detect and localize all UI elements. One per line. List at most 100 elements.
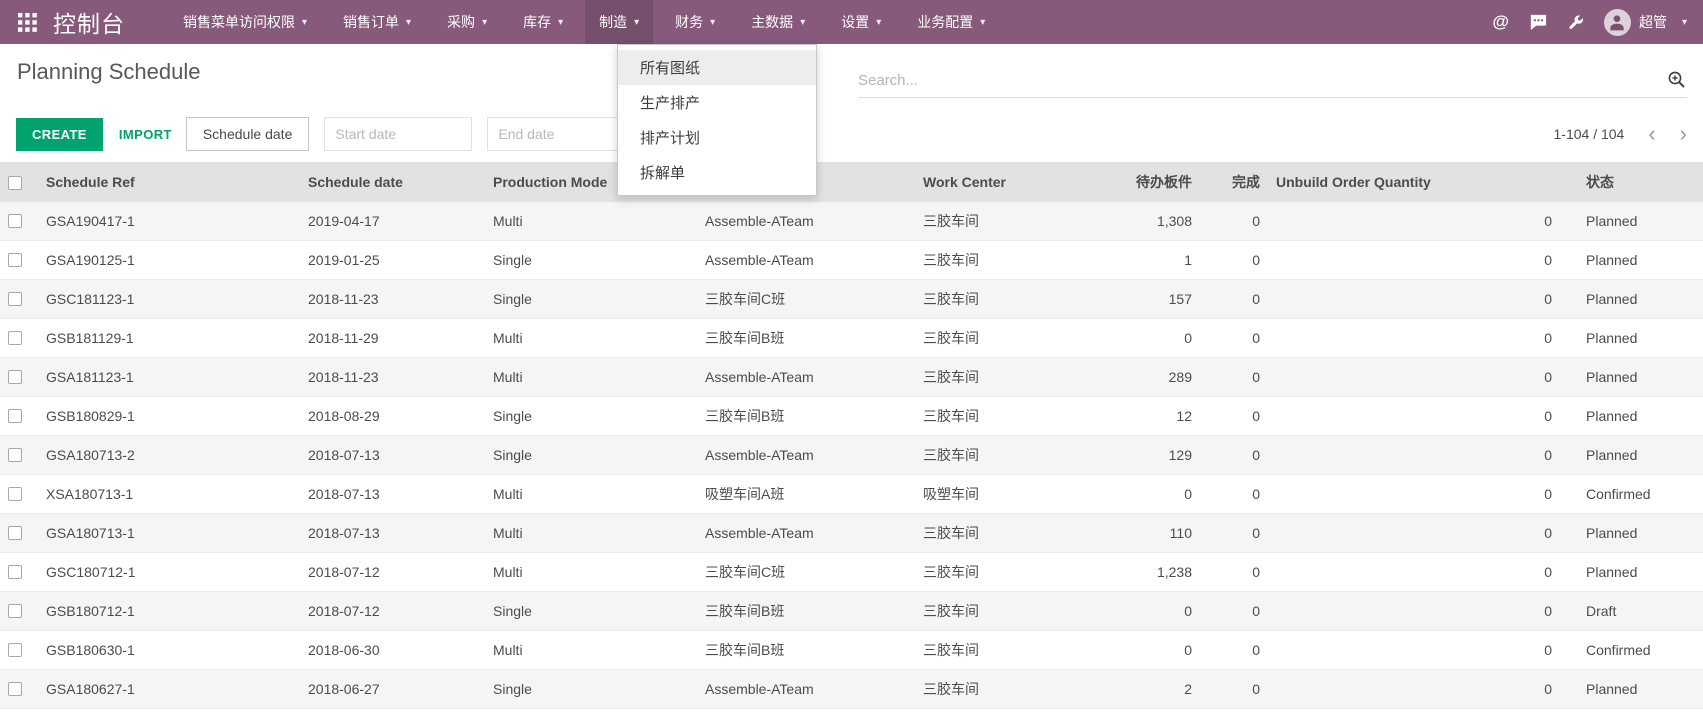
cell-pending-panels: 0	[1080, 709, 1200, 716]
row-checkbox[interactable]	[8, 448, 22, 462]
cell-production-mode: Single	[485, 436, 697, 475]
nav-menu-bar: 销售菜单访问权限▾销售订单▾采购▾库存▾制造▾财务▾主数据▾设置▾ 业务配置 ▾	[165, 0, 1003, 44]
cell-unbuild-order-quantity: 0	[1268, 436, 1578, 475]
row-checkbox[interactable]	[8, 604, 22, 618]
chat-icon[interactable]	[1529, 14, 1547, 31]
cell-status: Planned	[1578, 436, 1703, 475]
schedule-date-filter-button[interactable]: Schedule date	[186, 117, 310, 151]
chevron-down-icon: ▾	[980, 17, 985, 28]
nav-menu-item[interactable]: 销售订单▾	[329, 0, 425, 44]
table-row[interactable]: GSA190417-12019-04-17MultiAssemble-ATeam…	[0, 202, 1703, 241]
row-checkbox[interactable]	[8, 331, 22, 345]
cell-production-mode: Multi	[485, 358, 697, 397]
create-button[interactable]: CREATE	[16, 118, 103, 151]
cell-unbuild-order-quantity: 0	[1268, 631, 1578, 670]
cell-done: 0	[1200, 280, 1268, 319]
nav-menu-item[interactable]: 业务配置 ▾	[903, 0, 999, 44]
nav-menu-item[interactable]: 设置▾	[827, 0, 895, 44]
apps-grid-icon[interactable]	[12, 0, 43, 44]
column-header-status[interactable]: 状态	[1578, 162, 1703, 202]
cell-work-center: 三胶车间	[915, 241, 1080, 280]
nav-menu-item[interactable]: 制造▾	[585, 0, 653, 44]
table-row[interactable]: GSB180712-12018-07-12Single三胶车间B班三胶车间000…	[0, 592, 1703, 631]
end-date-input[interactable]	[487, 117, 635, 151]
cell-work-center: 三胶车间	[915, 709, 1080, 716]
column-header-done[interactable]: 完成	[1200, 162, 1268, 202]
cell-schedule-date: 2018-08-29	[300, 397, 485, 436]
cell-schedule-date: 2018-07-13	[300, 475, 485, 514]
search-magnifier-icon[interactable]	[1667, 70, 1687, 90]
cell-work-center: 三胶车间	[915, 397, 1080, 436]
cell-pending-panels: 1,238	[1080, 553, 1200, 592]
row-checkbox[interactable]	[8, 409, 22, 423]
cell-unbuild-order-quantity: 0	[1268, 514, 1578, 553]
row-checkbox[interactable]	[8, 526, 22, 540]
column-header-schedule-ref[interactable]: Schedule Ref	[38, 162, 300, 202]
nav-menu-item[interactable]: 主数据▾	[737, 0, 819, 44]
table-row[interactable]: GSC180712-12018-07-12Multi三胶车间C班三胶车间1,23…	[0, 553, 1703, 592]
cell-work-group: 吸塑车间A班	[697, 475, 915, 514]
table-row[interactable]: GSC181123-12018-11-23Single三胶车间C班三胶车间157…	[0, 280, 1703, 319]
pager-next-icon[interactable]: ›	[1680, 123, 1687, 145]
cell-work-group: Assemble-ATeam	[697, 436, 915, 475]
row-checkbox[interactable]	[8, 214, 22, 228]
row-checkbox[interactable]	[8, 643, 22, 657]
row-checkbox[interactable]	[8, 253, 22, 267]
row-checkbox[interactable]	[8, 682, 22, 696]
cell-production-mode: Single	[485, 280, 697, 319]
nav-menu-label: 主数据	[751, 12, 793, 32]
table-row[interactable]: GSA180713-22018-07-13SingleAssemble-ATea…	[0, 436, 1703, 475]
table-row[interactable]: GSB180601-12018-06-01Single三胶车间B班三胶车间000…	[0, 709, 1703, 716]
cell-production-mode: Multi	[485, 202, 697, 241]
cell-work-group: 三胶车间B班	[697, 709, 915, 716]
row-checkbox[interactable]	[8, 370, 22, 384]
table-row[interactable]: GSA180713-12018-07-13MultiAssemble-ATeam…	[0, 514, 1703, 553]
table-row[interactable]: GSB180829-12018-08-29Single三胶车间B班三胶车间120…	[0, 397, 1703, 436]
select-all-checkbox-cell	[0, 162, 38, 202]
row-checkbox[interactable]	[8, 565, 22, 579]
nav-menu-item[interactable]: 财务▾	[661, 0, 729, 44]
nav-menu-label: 业务配置	[917, 12, 973, 32]
nav-menu-item[interactable]: 销售菜单访问权限▾	[169, 0, 321, 44]
app-brand[interactable]: 控制台	[53, 0, 125, 44]
import-button[interactable]: IMPORT	[119, 127, 172, 142]
dropdown-menu-item[interactable]: 生产排产	[618, 85, 816, 120]
table-row[interactable]: GSA180627-12018-06-27SingleAssemble-ATea…	[0, 670, 1703, 709]
cell-work-group: 三胶车间C班	[697, 280, 915, 319]
cell-unbuild-order-quantity: 0	[1268, 319, 1578, 358]
cell-pending-panels: 129	[1080, 436, 1200, 475]
column-header-schedule-date[interactable]: Schedule date	[300, 162, 485, 202]
column-header-unbuild-order-quantity[interactable]: Unbuild Order Quantity	[1268, 162, 1578, 202]
row-checkbox[interactable]	[8, 487, 22, 501]
cell-work-group: 三胶车间B班	[697, 592, 915, 631]
column-header-pending-panels[interactable]: 待办板件	[1080, 162, 1200, 202]
cell-done: 0	[1200, 202, 1268, 241]
mentions-icon[interactable]: @	[1492, 12, 1509, 32]
table-row[interactable]: GSA181123-12018-11-23MultiAssemble-ATeam…	[0, 358, 1703, 397]
dropdown-menu-item[interactable]: 拆解单	[618, 155, 816, 190]
top-navbar: 控制台 销售菜单访问权限▾销售订单▾采购▾库存▾制造▾财务▾主数据▾设置▾业务配…	[0, 0, 1703, 44]
cell-done: 0	[1200, 670, 1268, 709]
table-row[interactable]: GSB180630-12018-06-30Multi三胶车间B班三胶车间000C…	[0, 631, 1703, 670]
nav-menu-item[interactable]: 采购▾	[433, 0, 501, 44]
cell-schedule-date: 2018-07-12	[300, 592, 485, 631]
nav-menu-item[interactable]: 库存▾	[509, 0, 577, 44]
row-checkbox[interactable]	[8, 292, 22, 306]
table-row[interactable]: XSA180713-12018-07-13Multi吸塑车间A班吸塑车间000C…	[0, 475, 1703, 514]
select-all-checkbox[interactable]	[8, 176, 22, 190]
table-row[interactable]: GSA190125-12019-01-25SingleAssemble-ATea…	[0, 241, 1703, 280]
tools-wrench-icon[interactable]	[1567, 14, 1584, 31]
cell-unbuild-order-quantity: 0	[1268, 397, 1578, 436]
cell-work-center: 三胶车间	[915, 553, 1080, 592]
pager-previous-icon[interactable]: ‹	[1648, 123, 1655, 145]
cell-work-group: 三胶车间B班	[697, 397, 915, 436]
start-date-input[interactable]	[324, 117, 472, 151]
cell-work-group: 三胶车间B班	[697, 631, 915, 670]
dropdown-menu-item[interactable]: 排产计划	[618, 120, 816, 155]
column-header-work-center[interactable]: Work Center	[915, 162, 1080, 202]
search-input[interactable]	[858, 72, 1667, 89]
dropdown-menu-item[interactable]: 所有图纸	[618, 50, 816, 85]
table-row[interactable]: GSB181129-12018-11-29Multi三胶车间B班三胶车间000P…	[0, 319, 1703, 358]
user-menu[interactable]: 超管 ▾	[1604, 9, 1687, 36]
cell-schedule-ref: GSB180829-1	[38, 397, 300, 436]
